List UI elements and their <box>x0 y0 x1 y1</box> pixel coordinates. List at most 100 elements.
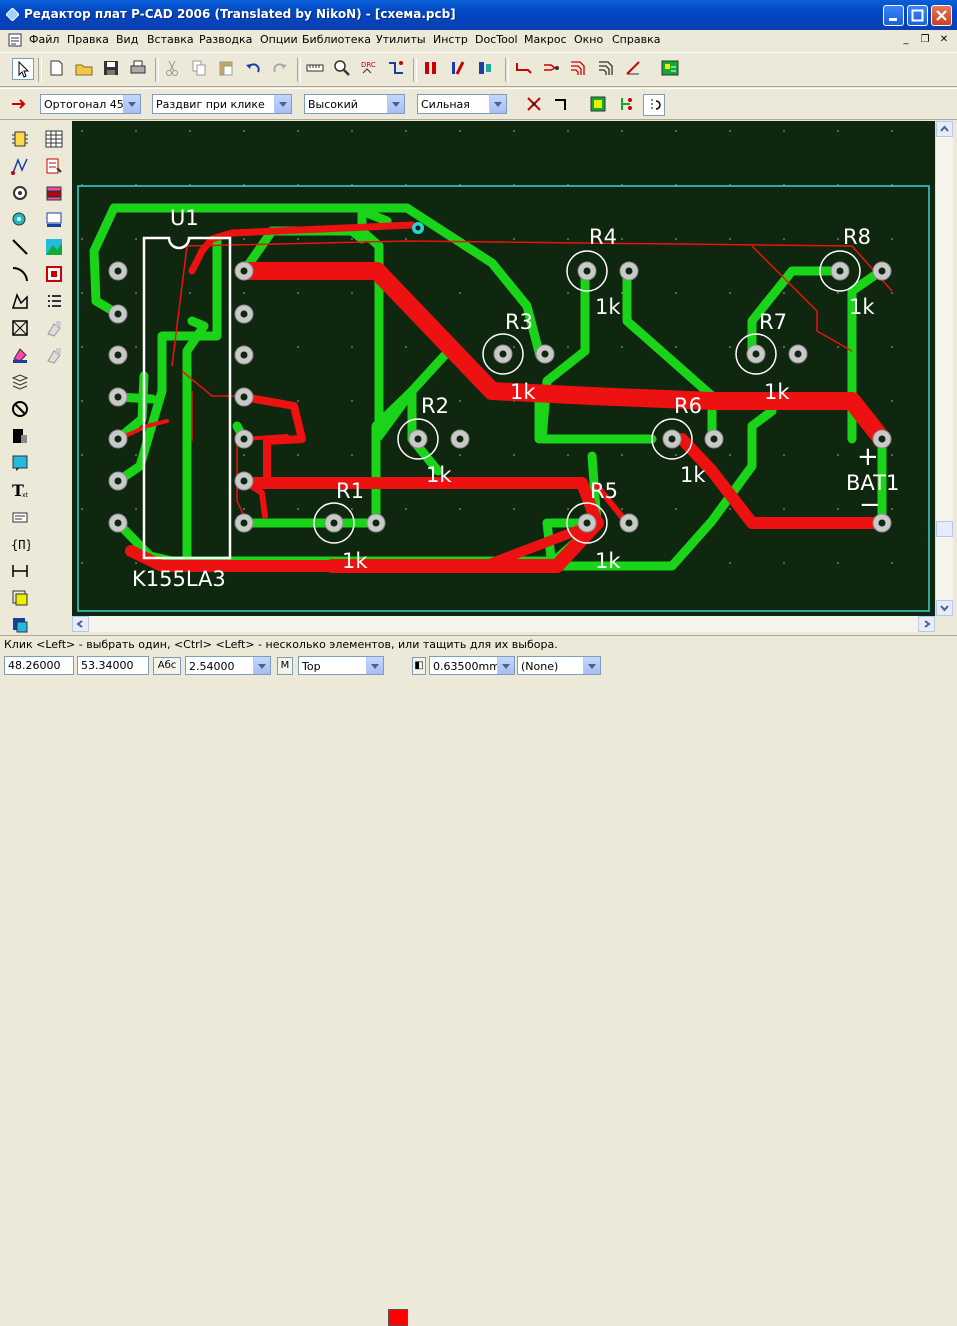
minimize-button[interactable] <box>883 5 904 26</box>
paste-icon[interactable] <box>216 58 238 80</box>
menu-view[interactable]: Вид <box>116 33 138 46</box>
pcb-board[interactable]: U1 K155LA3 R1 1k R2 1k R3 1k R4 1k R5 1k… <box>72 121 935 616</box>
layers-icon[interactable] <box>44 183 64 203</box>
absolute-toggle[interactable]: Абс <box>153 657 181 675</box>
pcb-canvas[interactable]: U1 K155LA3 R1 1k R2 1k R3 1k R4 1k R5 1k… <box>72 121 935 616</box>
select-tool-button[interactable] <box>12 58 34 80</box>
line-width-select[interactable]: 0.63500mm <box>429 656 515 675</box>
net-select[interactable]: (None) <box>517 656 601 675</box>
route-manual-icon[interactable] <box>514 58 536 80</box>
menu-tools[interactable]: Инстр <box>433 33 468 46</box>
mdi-minimize-button[interactable]: _ <box>899 33 913 46</box>
route-miter-icon[interactable] <box>623 58 645 80</box>
drc-icon[interactable]: DRC <box>359 58 381 80</box>
highlight-icon[interactable] <box>643 94 665 116</box>
place-copper-pour-icon[interactable] <box>10 372 30 392</box>
grid-select[interactable]: 2.54000 <box>185 656 271 675</box>
menu-options[interactable]: Опции <box>260 33 298 46</box>
library-icon[interactable] <box>44 318 64 338</box>
place-diffpair-icon[interactable] <box>10 615 30 635</box>
place-component-icon[interactable] <box>10 129 30 149</box>
place-plane-icon[interactable] <box>10 426 30 446</box>
place-field-icon[interactable]: {П} <box>10 534 33 554</box>
menu-utilities[interactable]: Утилиты <box>376 33 426 46</box>
open-folder-icon[interactable] <box>74 58 96 80</box>
measure-icon[interactable] <box>305 58 327 80</box>
library-alt-icon[interactable] <box>44 345 64 365</box>
layer-pair-icon[interactable] <box>421 58 443 80</box>
maximize-button[interactable] <box>907 5 928 26</box>
place-text-icon[interactable]: Txt <box>10 480 30 500</box>
scroll-left-button[interactable] <box>72 616 89 632</box>
component-window-icon[interactable] <box>44 210 64 230</box>
scroll-right-button[interactable] <box>918 616 935 632</box>
place-cutout-icon[interactable] <box>10 318 30 338</box>
autoroute-icon[interactable] <box>386 58 408 80</box>
place-fill-icon[interactable] <box>10 345 30 365</box>
copy-icon[interactable] <box>189 58 211 80</box>
zoom-icon[interactable] <box>332 58 354 80</box>
menu-library[interactable]: Библиотека <box>302 33 371 46</box>
via-mode-icon[interactable] <box>616 94 638 116</box>
mdi-restore-button[interactable]: ❐ <box>918 33 932 46</box>
close-button[interactable] <box>931 5 952 26</box>
pad-style-icon[interactable] <box>44 264 64 284</box>
route-bus-icon[interactable] <box>568 58 590 80</box>
menu-file[interactable]: Файл <box>29 33 59 46</box>
corner-icon[interactable] <box>551 94 573 116</box>
mdi-close-button[interactable]: ✕ <box>937 33 951 46</box>
menu-route[interactable]: Разводка <box>199 33 252 46</box>
new-file-icon[interactable] <box>46 58 68 80</box>
design-view-icon[interactable] <box>44 237 64 257</box>
menu-window[interactable]: Окно <box>574 33 603 46</box>
place-point-icon[interactable] <box>10 588 30 608</box>
keepout-icon[interactable] <box>10 399 30 419</box>
design-technology-icon[interactable] <box>44 129 64 149</box>
route-multi-icon[interactable] <box>541 58 563 80</box>
push-mode-select[interactable]: Раздвиг при клике <box>152 94 292 114</box>
layer-view-icon[interactable] <box>475 58 497 80</box>
horizontal-scrollbar[interactable] <box>72 616 935 632</box>
redo-icon[interactable] <box>270 58 292 80</box>
place-dimension-icon[interactable] <box>10 561 30 581</box>
place-room-icon[interactable] <box>10 453 30 473</box>
vertical-scroll-thumb[interactable] <box>936 521 953 537</box>
push-level-select[interactable]: Высокий <box>304 94 405 114</box>
mdi-doc-icon[interactable] <box>8 33 22 47</box>
route-interactive-icon[interactable] <box>596 58 618 80</box>
board-icon[interactable] <box>660 58 682 80</box>
menu-macro[interactable]: Макрос <box>524 33 567 46</box>
menu-edit[interactable]: Правка <box>67 33 109 46</box>
place-attribute-icon[interactable] <box>10 507 30 527</box>
menu-insert[interactable]: Вставка <box>147 33 194 46</box>
unroute-icon[interactable] <box>524 94 546 116</box>
copper-pour-icon[interactable] <box>588 94 610 116</box>
place-pad-icon[interactable] <box>10 183 30 203</box>
place-via-icon[interactable] <box>10 210 30 230</box>
menu-doctool[interactable]: DocTool <box>475 33 518 46</box>
push-strength-select[interactable]: Сильная <box>417 94 507 114</box>
place-arc-icon[interactable] <box>10 264 30 284</box>
list-icon[interactable] <box>44 291 64 311</box>
save-icon[interactable] <box>101 58 123 80</box>
place-line-icon[interactable] <box>10 237 30 257</box>
vertical-scrollbar[interactable] <box>935 121 953 616</box>
undo-icon[interactable] <box>243 58 265 80</box>
menu-help[interactable]: Справка <box>612 33 660 46</box>
layer-select[interactable]: Top <box>298 656 384 675</box>
route-mode-icon[interactable] <box>10 94 32 116</box>
scroll-up-button[interactable] <box>936 121 953 137</box>
print-icon[interactable] <box>128 58 150 80</box>
scroll-down-button[interactable] <box>936 600 953 616</box>
x-coordinate-field[interactable]: 48.26000 <box>4 656 74 675</box>
cut-icon[interactable] <box>162 58 184 80</box>
metric-toggle[interactable]: M <box>277 657 293 675</box>
netlist-icon[interactable] <box>44 156 64 176</box>
layer-toggle-icon[interactable] <box>448 58 470 80</box>
place-polygon-icon[interactable] <box>10 291 30 311</box>
y-coordinate-field[interactable]: 53.34000 <box>77 656 149 675</box>
connection-icon[interactable] <box>10 156 30 176</box>
route-mode-select[interactable]: Ортогонал 45° <box>40 94 141 114</box>
layer-color-icon[interactable]: ◧ <box>412 657 426 675</box>
layer-color-swatch[interactable] <box>388 1309 408 1326</box>
